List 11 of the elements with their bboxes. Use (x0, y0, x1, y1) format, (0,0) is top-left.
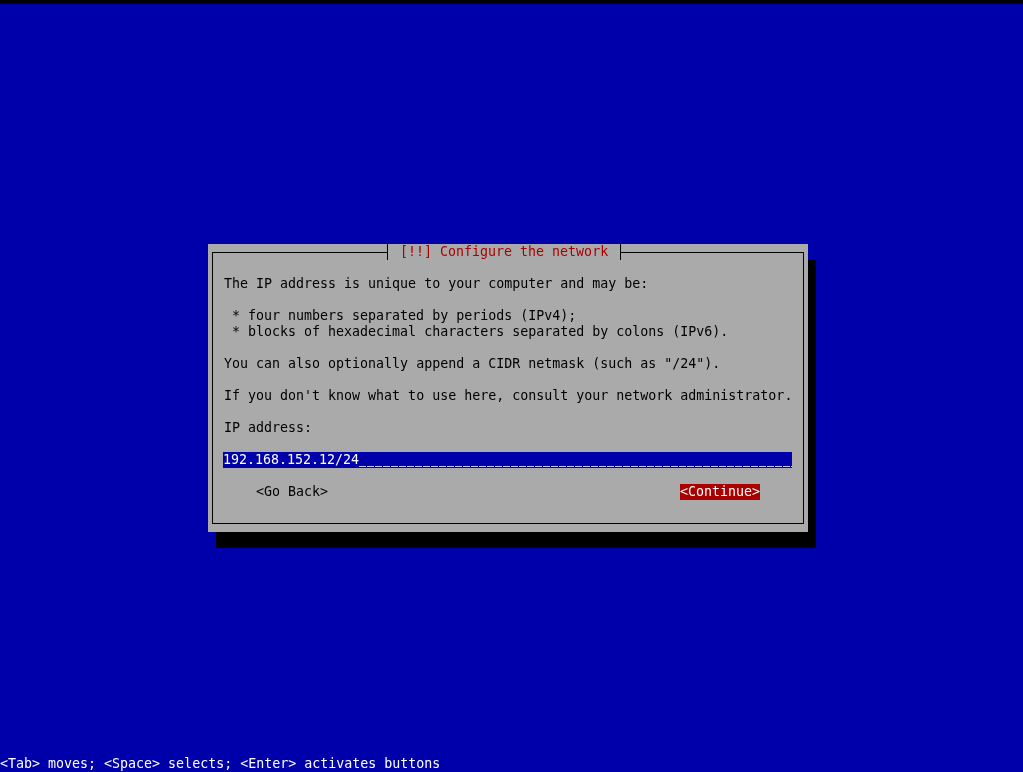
note-text: If you don't know what to use here, consult your network administrator. (224, 388, 794, 404)
key-hints-text: <Tab> moves; <Space> selects; <Enter> activates buttons (0, 756, 441, 772)
bullet-text: * four numbers separated by periods (IPv4); (231, 308, 578, 324)
note-text: You can also optionally append a CIDR netmask (such as "/24"). (224, 356, 722, 372)
field-label: IP address: (224, 420, 314, 436)
intro-text: The IP address is unique to your computer and may be: (224, 276, 650, 292)
continue-button[interactable]: <Continue> (679, 484, 760, 500)
dialog-title: [!!] Configure the network (387, 244, 622, 260)
bullet-text: * blocks of hexadecimal characters separated by colons (IPv6). (231, 324, 730, 340)
ip-address-field[interactable]: 192.168.152.12/24 (223, 452, 792, 468)
back-button[interactable]: <Go Back> (256, 484, 329, 500)
